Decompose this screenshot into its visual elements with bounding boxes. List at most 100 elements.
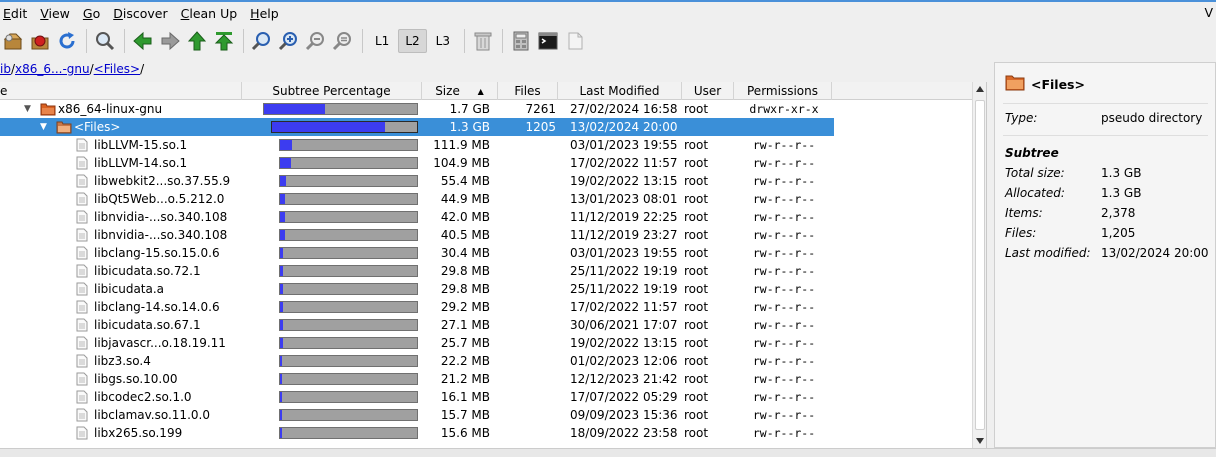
go-up-icon[interactable]	[184, 28, 210, 54]
header-files[interactable]: Files	[498, 82, 558, 100]
row-last-modified: 03/01/2023 19:55	[570, 138, 678, 152]
row-files	[494, 280, 556, 298]
header-size[interactable]: Size ▲	[422, 82, 498, 100]
terminal-icon[interactable]	[535, 28, 561, 54]
go-top-icon[interactable]	[211, 28, 237, 54]
scrollbar-thumb[interactable]	[975, 100, 985, 430]
menu-go[interactable]: Go	[83, 6, 100, 21]
menu-view-right[interactable]: V	[1204, 5, 1213, 20]
breadcrumb-segment-files[interactable]: <Files>	[94, 62, 140, 76]
level-1-button[interactable]: L1	[368, 29, 396, 53]
row-size: 16.1 MB	[440, 390, 490, 404]
table-row[interactable]: libLLVM-14.so.1 104.9 MB 17/02/2022 11:57 r…	[0, 154, 834, 172]
row-last-modified: 18/09/2022 23:58	[570, 426, 678, 440]
header-last-modified[interactable]: Last Modified	[558, 82, 682, 100]
menu-mnemonic: D	[113, 5, 123, 21]
zoom-reset-icon[interactable]	[330, 28, 356, 54]
row-files: 1205	[525, 120, 556, 134]
trash-icon[interactable]	[470, 28, 496, 54]
row-name: x86_64-linux-gnu	[58, 102, 163, 116]
toolbar-separator	[463, 29, 465, 53]
subtree-percentage-bar	[279, 301, 418, 313]
row-permissions: rw-r--r--	[752, 138, 816, 152]
table-row[interactable]: libnvidia-...so.340.108 40.5 MB 11/12/2019…	[0, 226, 834, 244]
table-row[interactable]: libclang-15.so.15.0.6 30.4 MB 03/01/2023 1…	[0, 244, 834, 262]
row-user: root	[684, 336, 709, 350]
menu-discover[interactable]: Discover	[113, 6, 167, 21]
menu-view[interactable]: View	[40, 6, 70, 21]
row-permissions: rw-r--r--	[752, 318, 816, 332]
table-row[interactable]: libcodec2.so.1.0 16.1 MB 17/07/2022 05:29 r…	[0, 388, 834, 406]
menu-help[interactable]: Help	[250, 6, 279, 21]
subtree-percentage-bar	[279, 337, 418, 349]
row-name: libnvidia-...so.340.108	[94, 228, 228, 242]
table-row[interactable]: libx265.so.199 15.6 MB 18/09/2022 23:58 roo…	[0, 424, 834, 442]
subtree-percentage-bar	[263, 103, 418, 115]
table-row[interactable]: ▼ x86_64-linux-gnu 1.7 GB 7261 27/02/2024 16…	[0, 100, 834, 118]
table-row[interactable]: libicudata.so.72.1 29.8 MB 25/11/2022 19:1…	[0, 262, 834, 280]
menu-label: o	[92, 5, 101, 21]
row-user: root	[684, 174, 709, 188]
table-row[interactable]: libnvidia-...so.340.108 42.0 MB 11/12/2019…	[0, 208, 834, 226]
back-icon[interactable]	[130, 28, 156, 54]
tree-view[interactable]: e Subtree Percentage Size ▲ Files Last M…	[0, 82, 987, 448]
table-row[interactable]: libjavascr...o.18.19.11 25.7 MB 19/02/2022…	[0, 334, 834, 352]
row-files	[494, 352, 556, 370]
subtree-percentage-fill	[280, 230, 285, 240]
subtree-percentage-bar	[279, 427, 418, 439]
toolbar-separator	[362, 29, 363, 53]
table-row[interactable]: libLLVM-15.so.1 111.9 MB 03/01/2023 19:55 r…	[0, 136, 834, 154]
details-field-value: 1.3 GB	[1101, 186, 1142, 200]
row-permissions: drwxr-xr-x	[749, 102, 819, 116]
row-permissions: rw-r--r--	[752, 264, 816, 278]
row-permissions: rw-r--r--	[752, 408, 816, 422]
table-row[interactable]: libclang-14.so.14.0.6 29.2 MB 17/02/2022 1…	[0, 298, 834, 316]
menu-clean-up[interactable]: Clean Up	[181, 6, 238, 21]
zoom-out-icon[interactable]	[303, 28, 329, 54]
scroll-up-arrow-icon[interactable]	[976, 86, 984, 92]
zoom-fit-icon[interactable]	[249, 28, 275, 54]
level-3-button[interactable]: L3	[429, 29, 457, 53]
forward-icon[interactable]	[157, 28, 183, 54]
header-user[interactable]: User	[682, 82, 734, 100]
expand-arrow-icon[interactable]: ▼	[40, 118, 47, 136]
table-row[interactable]: libicudata.so.67.1 27.1 MB 30/06/2021 17:0…	[0, 316, 834, 334]
header-subtree-percentage[interactable]: Subtree Percentage	[242, 82, 422, 100]
subtree-percentage-bar	[279, 211, 418, 223]
table-row[interactable]: libQt5Web...o.5.212.0 44.9 MB 13/01/2023 0…	[0, 190, 834, 208]
table-row[interactable]: libclamav.so.11.0.0 15.7 MB 09/09/2023 15:…	[0, 406, 834, 424]
subtree-percentage-bar	[279, 193, 418, 205]
row-size: 29.2 MB	[440, 300, 490, 314]
find-icon[interactable]	[92, 28, 118, 54]
table-row[interactable]: libwebkit2...so.37.55.9 55.4 MB 19/02/2022…	[0, 172, 834, 190]
header-permissions[interactable]: Permissions	[734, 82, 832, 100]
pseudo-folder-icon	[1005, 73, 1025, 94]
breadcrumb-segment-lib[interactable]: ib	[0, 62, 11, 76]
table-row[interactable]: libgs.so.10.00 21.2 MB 12/12/2023 21:42 roo…	[0, 370, 834, 388]
table-row[interactable]: libz3.so.4 22.2 MB 01/02/2023 12:06 root rw-…	[0, 352, 834, 370]
scroll-down-arrow-icon[interactable]	[976, 438, 984, 444]
refresh-icon[interactable]	[54, 28, 80, 54]
level-2-button[interactable]: L2	[398, 29, 427, 53]
calculator-icon[interactable]	[508, 28, 534, 54]
row-last-modified: 17/02/2022 11:57	[570, 156, 678, 170]
zoom-in-icon[interactable]	[276, 28, 302, 54]
row-last-modified: 30/06/2021 17:07	[570, 318, 678, 332]
menu-edit[interactable]: Edit	[3, 6, 27, 21]
table-row[interactable]: ▼ <Files> 1.3 GB 1205 13/02/2024 20:00	[0, 118, 834, 136]
breadcrumb-segment-x86[interactable]: x86_6...-gnu	[15, 62, 90, 76]
details-panel: <Files> Type: pseudo directory Subtree T…	[994, 62, 1216, 448]
expand-arrow-icon[interactable]: ▼	[24, 100, 31, 118]
copy-icon[interactable]	[562, 28, 588, 54]
row-user: root	[684, 102, 709, 116]
details-field-label: Files:	[1005, 226, 1037, 240]
close-package-icon[interactable]	[27, 28, 53, 54]
row-name: libwebkit2...so.37.55.9	[94, 174, 231, 188]
header-name[interactable]: e	[0, 82, 242, 100]
subtree-percentage-fill	[280, 374, 283, 384]
open-package-icon[interactable]	[0, 28, 26, 54]
vertical-scrollbar[interactable]	[972, 82, 986, 448]
table-row[interactable]: libicudata.a 29.8 MB 25/11/2022 19:19 root r…	[0, 280, 834, 298]
row-files	[494, 316, 556, 334]
status-bar	[0, 448, 1216, 457]
